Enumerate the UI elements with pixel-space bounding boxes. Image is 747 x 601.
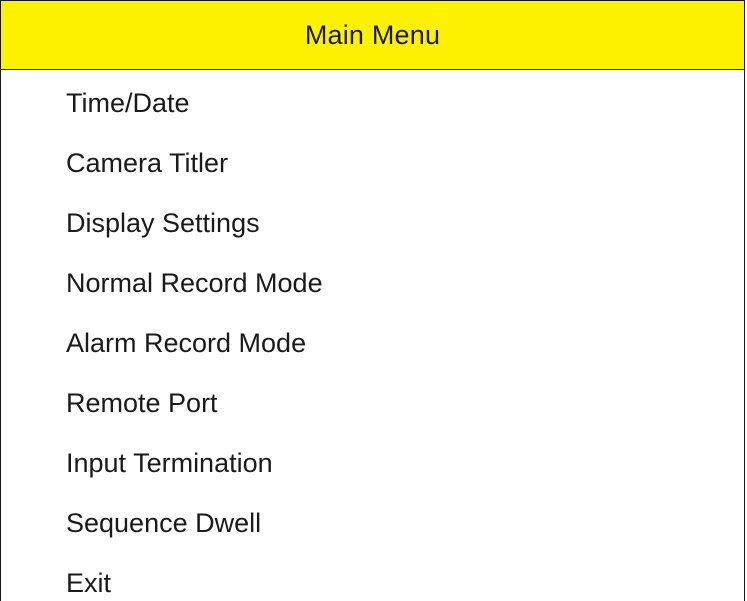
menu-list: Time/Date Camera Titler Display Settings… <box>0 70 745 601</box>
menu-item-display-settings[interactable]: Display Settings <box>66 208 260 238</box>
menu-header: Main Menu <box>0 0 745 70</box>
menu-item-alarm-record-mode[interactable]: Alarm Record Mode <box>66 328 306 358</box>
menu-item-input-termination[interactable]: Input Termination <box>66 448 273 478</box>
menu-item-time-date[interactable]: Time/Date <box>66 88 190 118</box>
menu-item-sequence-dwell[interactable]: Sequence Dwell <box>66 508 261 538</box>
menu-item-remote-port[interactable]: Remote Port <box>66 388 218 418</box>
menu-item-exit[interactable]: Exit <box>66 568 111 598</box>
menu-title: Main Menu <box>304 19 441 50</box>
main-menu-panel: Main Menu Time/Date Camera Titler Displa… <box>0 0 747 601</box>
menu-item-camera-titler[interactable]: Camera Titler <box>66 148 228 178</box>
menu-item-normal-record-mode[interactable]: Normal Record Mode <box>66 268 323 298</box>
